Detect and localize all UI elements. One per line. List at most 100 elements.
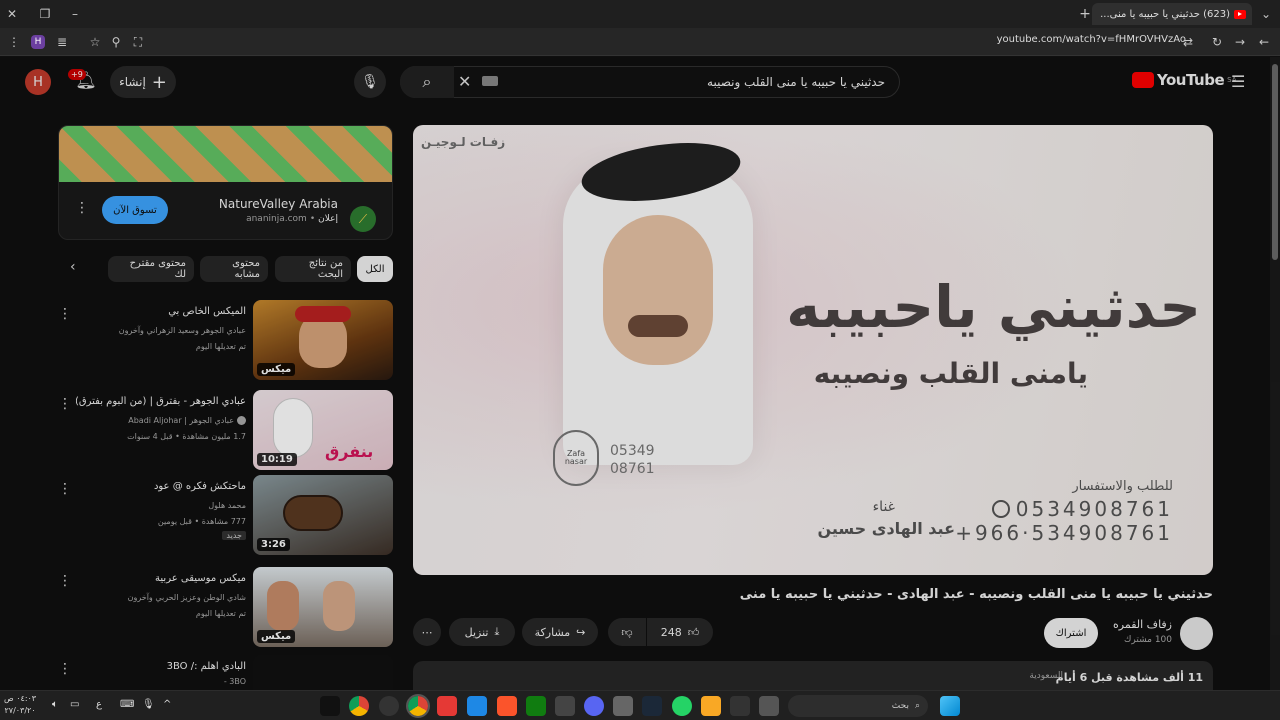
video-player[interactable]: زفـات لـوجيـن حدثيني ياحبيبه يامنى القلب… [413, 125, 1213, 575]
clear-search-icon[interactable]: ✕ [458, 72, 471, 91]
system-clock[interactable]: ٠٤:٠٣ ص ٢٧/٠٣/٢٠ [4, 693, 36, 717]
download-button[interactable]: ⤓ تنزيل [449, 618, 515, 646]
minimize-window-icon[interactable]: – [65, 4, 85, 24]
video-thumbnail[interactable]: ميكس [253, 567, 393, 647]
brave-icon[interactable] [497, 696, 517, 716]
zoom-icon[interactable]: ⚲ [106, 32, 126, 52]
task-view-icon[interactable] [759, 696, 779, 716]
channel-name[interactable]: زفاف القمره [1113, 618, 1172, 631]
ad-more-icon[interactable]: ⋮ [75, 200, 89, 216]
more-actions-icon[interactable]: ⋮ [58, 481, 72, 499]
voice-search-button[interactable]: 🎙︎ [354, 66, 386, 98]
share-button[interactable]: ↪ مشاركة [522, 618, 598, 646]
more-actions-icon[interactable]: ⋮ [58, 396, 72, 414]
network-icon[interactable]: ▭ [70, 699, 79, 710]
start-windows-icon[interactable] [940, 696, 960, 716]
more-actions-icon[interactable]: ⋮ [58, 306, 72, 324]
forward-icon[interactable]: → [1230, 32, 1250, 52]
subscribe-button[interactable]: اشتراك [1044, 618, 1098, 648]
search-box[interactable]: حدثيني يا حبيبه يا منى القلب ونصيبه [400, 66, 900, 98]
whatsapp-app-icon[interactable] [672, 696, 692, 716]
notification-count-badge: +9 [68, 69, 86, 80]
chip-from-search[interactable]: من نتائج البحث [275, 256, 351, 282]
more-actions-icon[interactable]: ⋮ [58, 573, 72, 591]
chip-related[interactable]: محتوى مشابه [200, 256, 268, 282]
browser-tab[interactable]: (623) حدثيني يا حبيبه يا منى... [1092, 3, 1252, 25]
side-video-item[interactable]: البادي اهلم :/ 3BO 3BO - ⋮ [58, 655, 393, 690]
back-icon[interactable]: ← [1254, 32, 1274, 52]
file-explorer-icon[interactable] [701, 696, 721, 716]
side-video-item[interactable]: 3:26 ماحتكش فكره @ عود محمد هلول 777 مشا… [58, 475, 393, 559]
create-button[interactable]: + إنشاء [110, 66, 176, 98]
poster-logo: Zafa nasar [553, 430, 599, 486]
restore-window-icon[interactable]: ❐ [35, 4, 55, 24]
xbox-icon[interactable] [526, 696, 546, 716]
tiktok-icon[interactable] [320, 696, 340, 716]
dislike-button[interactable]: 👎︎ [608, 618, 646, 646]
chips-scroll-chevron-icon[interactable]: ‹ [70, 259, 76, 275]
chip-recommended[interactable]: محتوى مقترح لك [108, 256, 194, 282]
video-thumbnail[interactable]: بنفرق 10:19 [253, 390, 393, 470]
search-input[interactable]: حدثيني يا حبيبه يا منى القلب ونصيبه [707, 75, 885, 89]
youtube-app-icon[interactable] [437, 696, 457, 716]
more-actions-button[interactable]: ⋯ [413, 618, 441, 646]
side-video-item[interactable]: ميكس ميكس موسيقى عربية شادي الوطن وعزيز … [58, 567, 393, 651]
youtube-logo[interactable]: YouTube SA [1132, 71, 1237, 89]
security-shield-icon[interactable] [467, 696, 487, 716]
taskbar-search-icon: ⌕ [914, 701, 920, 711]
capcut-icon[interactable] [730, 696, 750, 716]
side-video-channel: محمد هلول [208, 501, 246, 510]
video-thumbnail[interactable]: 3:26 [253, 475, 393, 555]
keyboard-layout-icon[interactable]: ⌨ [120, 699, 134, 710]
chrome-icon[interactable] [349, 696, 369, 716]
side-video-title[interactable]: عبادي الجوهر - بفترق | (من ألبوم بفترق) [76, 396, 246, 407]
create-label: إنشاء [119, 75, 146, 89]
side-video-item[interactable]: بنفرق 10:19 عبادي الجوهر - بفترق | (من أ… [58, 390, 393, 474]
address-bar[interactable]: youtube.com/watch?v=fHMrOVHVzAo [997, 34, 1186, 45]
ad-card[interactable]: ⟋ NatureValley Arabia إعلان • ananinja.co… [58, 125, 393, 240]
side-video-title[interactable]: ماحتكش فكره @ عود [76, 481, 246, 492]
ad-banner-image[interactable] [59, 126, 392, 182]
taskbar-search[interactable]: بحث ⌕ [788, 695, 928, 717]
store-icon[interactable] [613, 696, 633, 716]
terminal-icon[interactable] [555, 696, 575, 716]
close-window-icon[interactable]: ✕ [2, 4, 22, 24]
reader-mode-icon[interactable]: ≣ [52, 32, 72, 52]
side-video-title[interactable]: الميكس الخاص بي [76, 306, 246, 317]
search-button[interactable]: ⌕ [400, 66, 454, 98]
app-icon[interactable] [379, 696, 399, 716]
reload-icon[interactable]: ↻ [1207, 32, 1227, 52]
page-scrollbar-thumb[interactable] [1272, 64, 1278, 260]
poster-brand: زفـات لـوجيـن [421, 135, 506, 149]
side-video-channel: شادي الوطن وعزيز الحربي وآخرون [127, 593, 246, 602]
tray-expand-icon[interactable]: ^ [163, 699, 171, 710]
steam-icon[interactable] [642, 696, 662, 716]
chrome-active-icon[interactable] [406, 694, 430, 718]
language-indicator[interactable]: ع [96, 699, 102, 710]
site-settings-icon[interactable]: ⇄ [1178, 32, 1198, 52]
video-thumbnail[interactable] [253, 655, 393, 690]
chip-all[interactable]: الكل [357, 256, 393, 282]
channel-avatar[interactable] [1180, 617, 1213, 650]
new-badge: جديد [222, 531, 246, 540]
account-avatar[interactable]: H [25, 69, 51, 95]
youtube-play-icon [1132, 72, 1154, 88]
tab-list-chevron-icon[interactable]: ⌄ [1256, 4, 1276, 24]
ad-cta-button[interactable]: تسوق الآن [102, 196, 168, 224]
side-video-item[interactable]: ميكس الميكس الخاص بي عبادي الجوهر وسعيد … [58, 300, 393, 384]
profile-avatar[interactable]: H [28, 32, 48, 52]
microphone-tray-icon[interactable]: 🎙︎ [142, 699, 155, 710]
more-actions-icon[interactable]: ⋮ [58, 661, 72, 679]
like-button[interactable]: 👍︎ 248 [647, 618, 713, 646]
guide-menu-icon[interactable]: ☰ [1231, 72, 1245, 91]
volume-icon[interactable]: 🔈︎ [52, 699, 58, 710]
screenshot-icon[interactable]: ⛶ [128, 32, 148, 52]
side-video-title[interactable]: البادي اهلم :/ 3BO [76, 661, 246, 672]
keyboard-icon[interactable] [482, 76, 498, 86]
menu-dots-icon[interactable]: ⋮ [4, 32, 24, 52]
side-video-title[interactable]: ميكس موسيقى عربية [76, 573, 246, 584]
bookmark-star-icon[interactable]: ☆ [85, 32, 105, 52]
youtube-favicon-icon [1234, 9, 1246, 19]
video-thumbnail[interactable]: ميكس [253, 300, 393, 380]
discord-icon[interactable] [584, 696, 604, 716]
